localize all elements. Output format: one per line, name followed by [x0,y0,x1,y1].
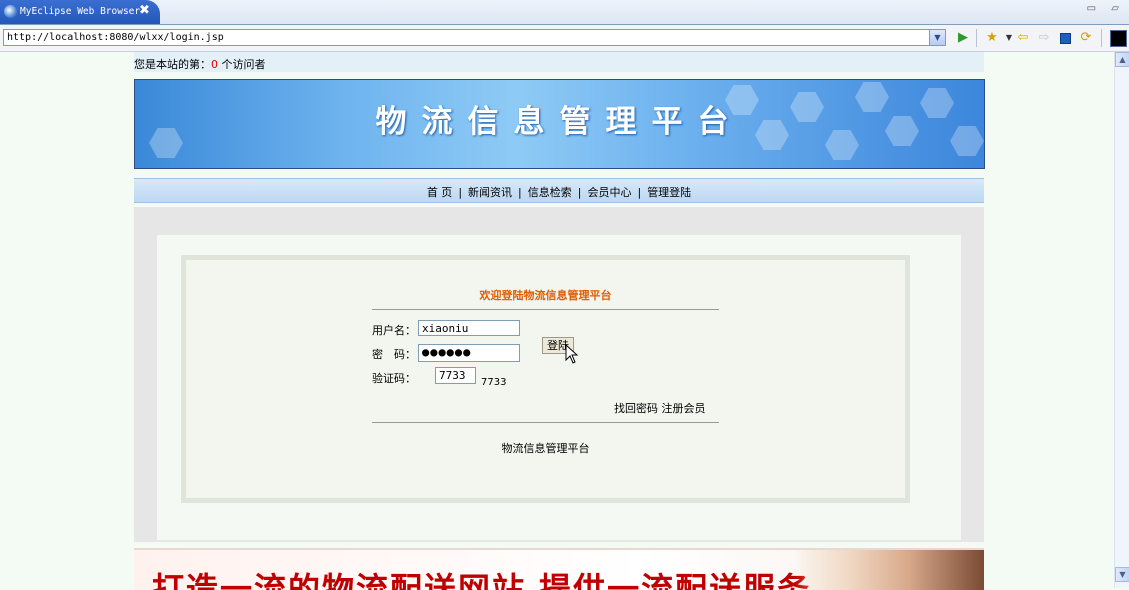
visitor-counter-bar: 您是本站的第：0 个访问者 [134,52,984,72]
login-panel-outer: 欢迎登陆物流信息管理平台 用户名： xiaoniu 密 码： ●●●●●● 登陆… [157,235,961,540]
url-text: http://localhost:8080/wlxx/login.jsp [7,32,224,43]
account-links: 找回密码 注册会员 [614,400,706,416]
nav-item-search[interactable]: 信息检索 [525,186,575,199]
nav-item-home[interactable]: 首 页 [424,186,456,199]
go-icon[interactable]: ▶ [955,30,971,46]
forgot-password-link[interactable]: 找回密码 [614,402,658,415]
chevron-down-icon[interactable]: ▼ [929,30,945,45]
main-nav: 首 页 | 新闻资讯 | 信息检索 | 会员中心 | 管理登陆 [134,178,984,203]
nav-separator: | [577,186,582,199]
welcome-heading: 欢迎登陆物流信息管理平台 [479,289,612,302]
captcha-label: 验证码： [372,372,416,385]
toolbar-separator [1101,29,1102,47]
scroll-down-icon[interactable]: ▼ [1115,567,1129,582]
login-panel: 欢迎登陆物流信息管理平台 用户名： xiaoniu 密 码： ●●●●●● 登陆… [181,255,910,503]
window-controls[interactable]: ▭ ▱ [1087,3,1125,14]
visitor-count: 0 [211,58,218,71]
nav-separator: | [518,186,522,199]
username-input[interactable]: xiaoniu [418,320,520,336]
toolbar-separator [976,29,977,47]
visitor-counter: 您是本站的第：0 个访问者 [134,56,266,72]
register-link[interactable]: 注册会员 [662,402,706,415]
globe-icon [4,5,17,18]
refresh-icon[interactable]: ⟳ [1078,30,1094,46]
address-bar[interactable]: http://localhost:8080/wlxx/login.jsp ▼ [3,29,946,46]
favorites-icon[interactable]: ★ [984,30,1000,46]
close-tab-icon[interactable]: ✖ [139,3,150,18]
back-icon[interactable]: ⇦ [1015,30,1031,46]
password-input[interactable]: ●●●●●● [418,344,520,362]
nav-separator: | [458,186,463,199]
divider [372,309,719,310]
ad-slogan: 打造一流的物流配送网站 提供一流配送服务 [152,570,812,590]
nav-item-admin-login[interactable]: 管理登陆 [644,186,694,199]
nav-item-news[interactable]: 新闻资讯 [465,186,515,199]
visitor-prefix: 您是本站的第： [134,58,211,71]
nav-item-members[interactable]: 会员中心 [584,186,634,199]
panel-footer: 物流信息管理平台 [501,442,590,455]
divider [372,422,719,423]
captcha-display: 7733 [481,377,507,388]
username-label: 用户名： [372,324,416,337]
mouse-cursor-icon [565,344,579,364]
ad-banner[interactable]: 打造一流的物流配送网站 提供一流配送服务 [134,548,984,590]
browser-toolbar: http://localhost:8080/wlxx/login.jsp ▼ ▶… [0,25,1129,52]
browser-tab-bar: MyEclipse Web Browser ✖ ▭ ▱ [0,0,1129,25]
visitor-suffix: 个访问者 [218,58,266,71]
ad-photo [794,550,984,590]
site-banner: 物流信息管理平台 [134,79,985,169]
scroll-up-icon[interactable]: ▲ [1115,52,1129,67]
browser-tab[interactable]: MyEclipse Web Browser ✖ [0,0,160,24]
stop-icon[interactable] [1057,30,1073,46]
captcha-input[interactable]: 7733 [435,367,476,384]
web-page: 您是本站的第：0 个访问者 物流信息管理平台 首 页 | 新闻资讯 | 信息检索 | 会员中… [134,52,985,590]
tab-title: MyEclipse Web Browser [20,6,141,17]
password-label: 密 码： [372,348,416,361]
perspective-icon[interactable] [1110,30,1127,47]
forward-icon[interactable]: ⇨ [1036,30,1052,46]
site-title: 物流信息管理平台 [375,104,744,140]
nav-separator: | [637,186,642,199]
vertical-scrollbar[interactable]: ▲ ▼ [1114,52,1129,588]
content-area: 欢迎登陆物流信息管理平台 用户名： xiaoniu 密 码： ●●●●●● 登陆… [134,207,984,542]
